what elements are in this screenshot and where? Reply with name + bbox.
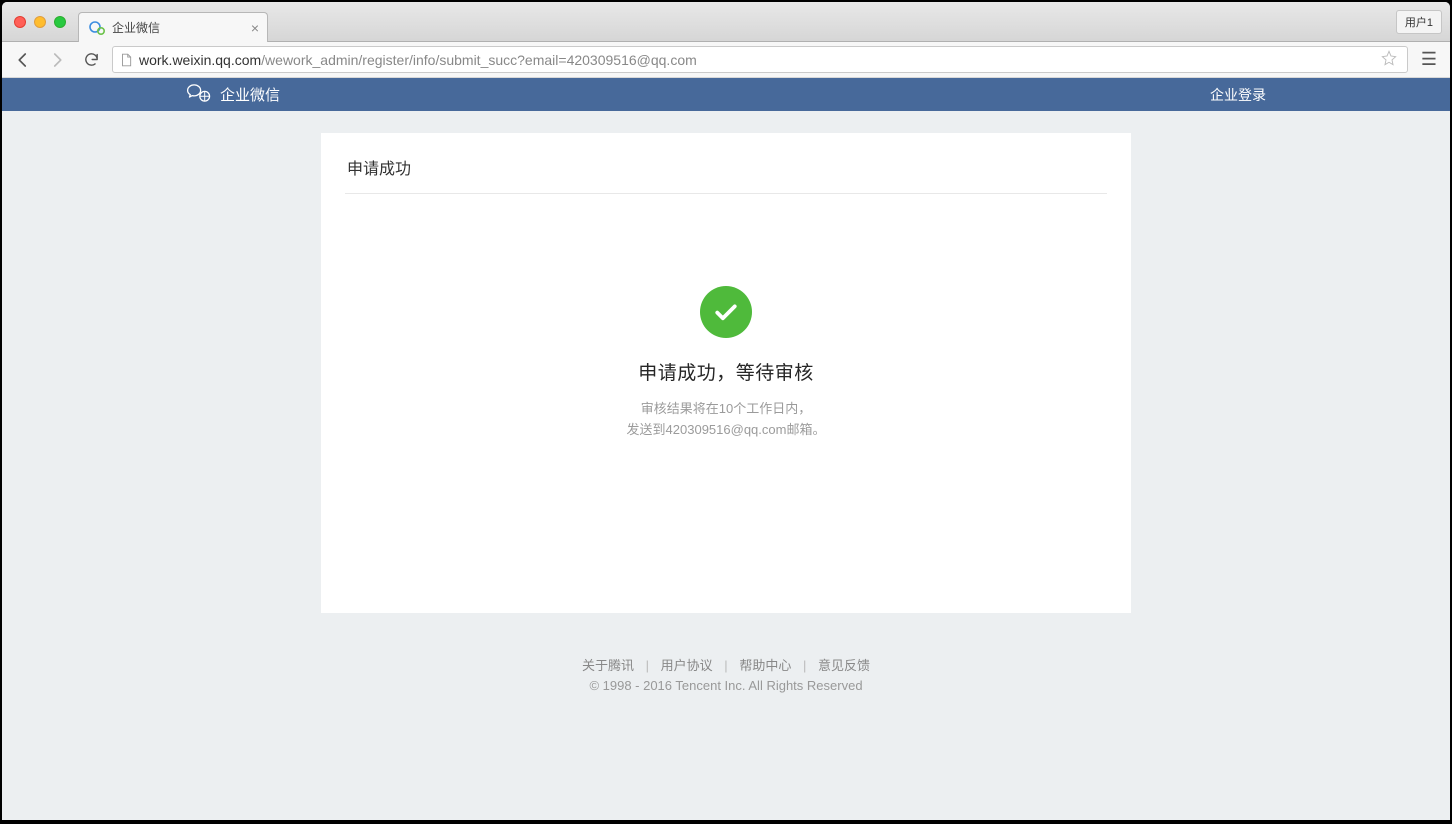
tab-title: 企业微信 <box>112 19 160 36</box>
browser-menu-icon[interactable]: ☰ <box>1416 49 1442 70</box>
card-title: 申请成功 <box>321 133 1131 193</box>
footer-links: 关于腾讯 | 用户协议 | 帮助中心 | 意见反馈 <box>582 655 870 674</box>
success-check-icon <box>700 286 752 338</box>
browser-window: 企业微信 × 用户1 work.weixin.qq.com/wework_adm… <box>2 2 1450 820</box>
browser-tab[interactable]: 企业微信 × <box>78 12 268 42</box>
forward-button[interactable] <box>44 47 70 73</box>
brand-text: 企业微信 <box>220 84 280 105</box>
profile-badge[interactable]: 用户1 <box>1396 10 1442 34</box>
window-maximize-button[interactable] <box>54 16 66 28</box>
url-toolbar: work.weixin.qq.com/wework_admin/register… <box>2 42 1450 78</box>
footer-link-about[interactable]: 关于腾讯 <box>582 658 634 673</box>
window-close-button[interactable] <box>14 16 26 28</box>
url-host: work.weixin.qq.com <box>139 52 261 68</box>
separator: | <box>803 658 806 673</box>
url-text: work.weixin.qq.com/wework_admin/register… <box>139 52 1377 68</box>
reload-button[interactable] <box>78 47 104 73</box>
footer-link-agreement[interactable]: 用户协议 <box>661 658 713 673</box>
bookmark-star-icon[interactable] <box>1377 50 1401 69</box>
tab-close-icon[interactable]: × <box>251 20 259 36</box>
success-desc-line1: 审核结果将在10个工作日内， <box>627 399 826 420</box>
page-body: 企业微信 企业登录 申请成功 申请成功，等待审核 审核结果将在10个工作日内， … <box>2 78 1450 820</box>
window-controls <box>2 16 66 28</box>
url-path: /wework_admin/register/info/submit_succ?… <box>261 52 697 68</box>
tab-strip: 企业微信 × <box>78 2 268 41</box>
success-block: 申请成功，等待审核 审核结果将在10个工作日内， 发送到420309516@qq… <box>321 194 1131 613</box>
footer-link-feedback[interactable]: 意见反馈 <box>818 658 870 673</box>
page-footer: 关于腾讯 | 用户协议 | 帮助中心 | 意见反馈 © 1998 - 2016 … <box>582 655 870 693</box>
separator: | <box>646 658 649 673</box>
enterprise-login-link[interactable]: 企业登录 <box>1210 85 1266 105</box>
brand[interactable]: 企业微信 <box>186 80 280 110</box>
result-card: 申请成功 申请成功，等待审核 审核结果将在10个工作日内， 发送到4203095… <box>321 133 1131 613</box>
window-minimize-button[interactable] <box>34 16 46 28</box>
page-icon <box>119 53 133 67</box>
wechat-work-logo-icon <box>186 80 212 110</box>
site-topnav: 企业微信 企业登录 <box>2 78 1450 111</box>
address-bar[interactable]: work.weixin.qq.com/wework_admin/register… <box>112 46 1408 73</box>
success-desc-line2: 发送到420309516@qq.com邮箱。 <box>627 420 826 441</box>
content-wrap: 申请成功 申请成功，等待审核 审核结果将在10个工作日内， 发送到4203095… <box>2 111 1450 820</box>
back-button[interactable] <box>10 47 36 73</box>
footer-copyright: © 1998 - 2016 Tencent Inc. All Rights Re… <box>582 678 870 693</box>
success-heading: 申请成功，等待审核 <box>638 358 814 385</box>
separator: | <box>724 658 727 673</box>
titlebar: 企业微信 × 用户1 <box>2 2 1450 42</box>
wechat-work-favicon-icon <box>89 20 105 36</box>
success-description: 审核结果将在10个工作日内， 发送到420309516@qq.com邮箱。 <box>627 399 826 441</box>
footer-link-help[interactable]: 帮助中心 <box>739 658 791 673</box>
